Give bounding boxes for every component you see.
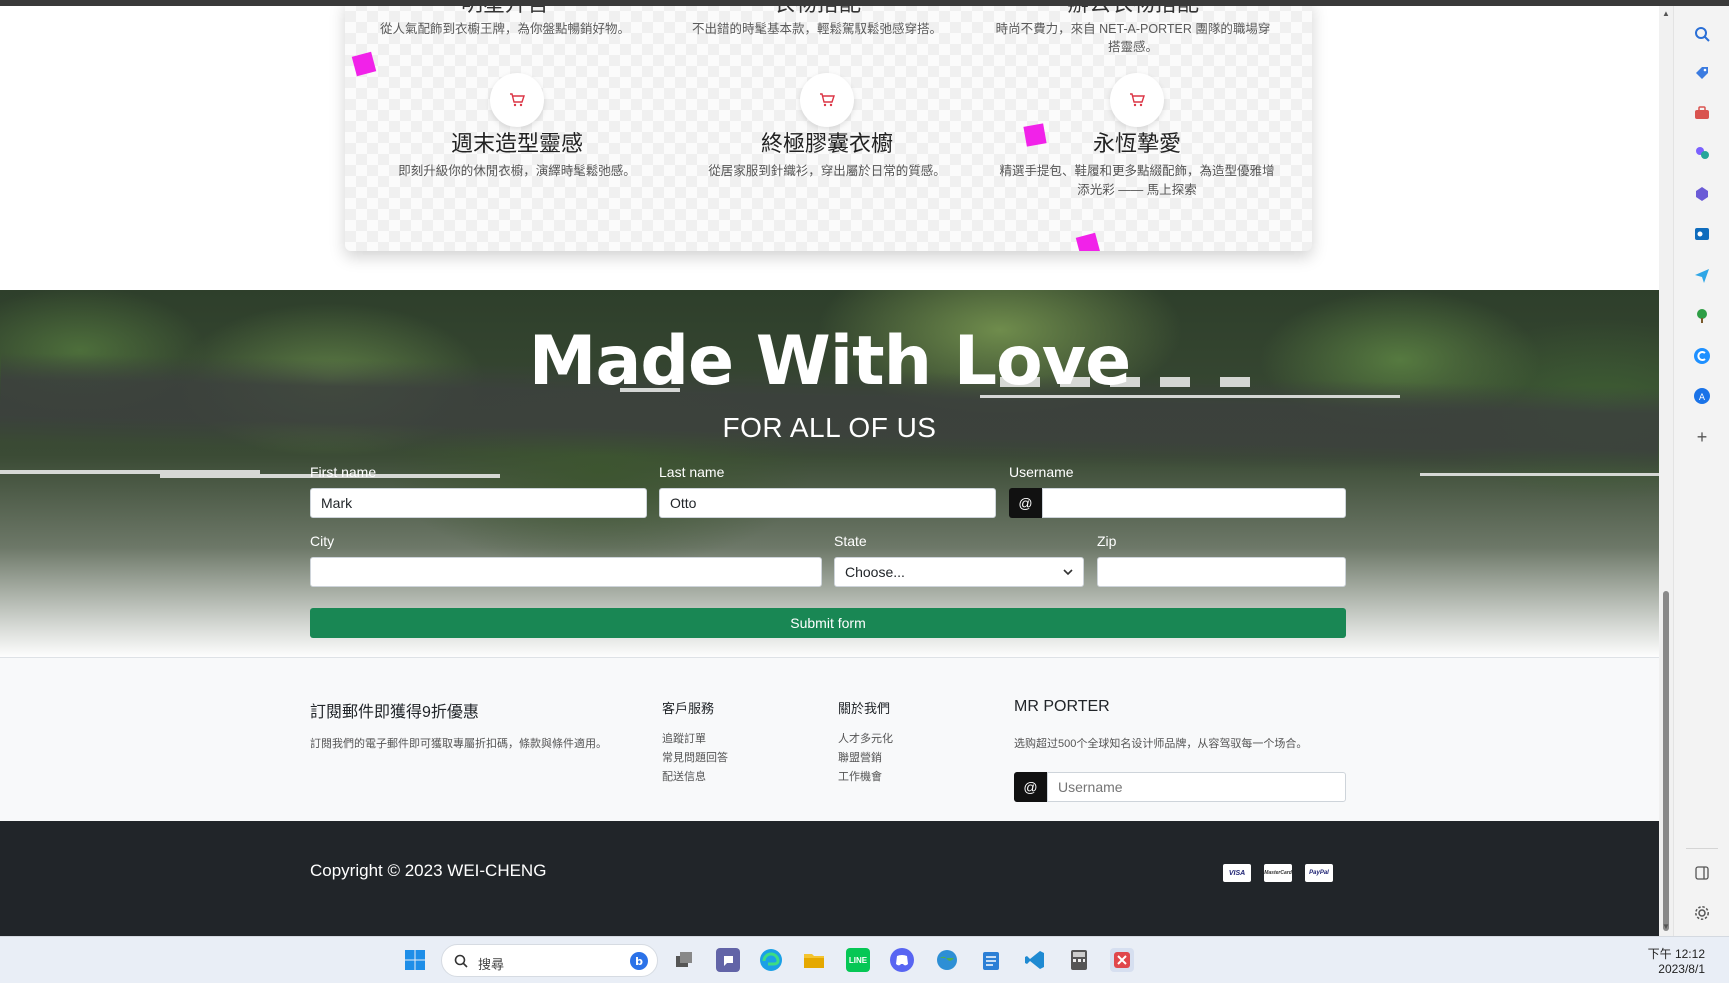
category-weekend[interactable]: 週末造型靈感 即刻升級你的休閒衣櫥，演繹時髦鬆弛感。 bbox=[367, 0, 667, 251]
taskbar-clock-time[interactable]: 下午 12:12 bbox=[1648, 945, 1705, 962]
svg-text:A: A bbox=[1699, 393, 1706, 403]
last-name-input[interactable]: Otto bbox=[659, 488, 996, 518]
cart-icon[interactable] bbox=[490, 73, 544, 127]
city-input[interactable] bbox=[310, 557, 822, 587]
browser-sidebar: A + bbox=[1673, 0, 1729, 936]
username-input[interactable] bbox=[1042, 488, 1346, 518]
c-app-icon[interactable] bbox=[1693, 347, 1711, 365]
outlook-icon[interactable] bbox=[1693, 225, 1711, 243]
category-title: 週末造型靈感 bbox=[450, 132, 583, 157]
taskbar-search-text: 搜尋 bbox=[478, 957, 505, 972]
road-marking bbox=[1420, 473, 1659, 476]
category-title: 終極膠囊衣櫥 bbox=[760, 132, 893, 157]
about-link-careers[interactable]: 工作機會 bbox=[838, 768, 882, 784]
file-explorer-icon[interactable] bbox=[802, 948, 826, 972]
state-selected-value: Choose... bbox=[845, 564, 905, 580]
hero-title: Made With Love bbox=[528, 322, 1131, 401]
shopping-tag-icon[interactable] bbox=[1693, 64, 1711, 82]
copilot-icon[interactable] bbox=[1693, 185, 1711, 203]
account-icon[interactable]: A bbox=[1693, 387, 1711, 405]
service-link-shipping[interactable]: 配送信息 bbox=[662, 768, 706, 784]
paypal-icon: PayPal bbox=[1305, 864, 1333, 882]
toolbox-icon[interactable] bbox=[1693, 104, 1711, 122]
edge-icon[interactable] bbox=[759, 948, 783, 972]
at-prefix: @ bbox=[1009, 488, 1042, 518]
add-icon[interactable]: + bbox=[1693, 427, 1711, 447]
footer-bar: Copyright © 2023 WEI-CHENG VISA MasterCa… bbox=[0, 821, 1659, 936]
brand-text: 选购超过500个全球知名设计师品牌，从容驾驭每一个场合。 bbox=[1014, 738, 1308, 750]
category-desc: 從居家服到針織衫，穿出屬於日常的質感。 bbox=[708, 164, 946, 178]
category-desc: 精選手提包、鞋履和更多點綴配飾，為造型優雅增添光彩 —— 馬上探索 bbox=[999, 164, 1275, 197]
visa-icon: VISA bbox=[1223, 864, 1251, 882]
cart-icon[interactable] bbox=[1110, 73, 1164, 127]
scroll-up-arrow-icon[interactable]: ▲ bbox=[1662, 10, 1670, 18]
tree-icon[interactable] bbox=[1693, 307, 1711, 325]
service-link-faq[interactable]: 常見問題回答 bbox=[662, 749, 728, 765]
hero-subtitle: FOR ALL OF US bbox=[722, 412, 937, 443]
state-label: State bbox=[834, 533, 867, 549]
windows-start-icon[interactable] bbox=[403, 948, 427, 972]
scrollbar-thumb[interactable] bbox=[1663, 591, 1669, 931]
teams-chat-icon[interactable] bbox=[716, 948, 740, 972]
gear-icon[interactable] bbox=[1693, 904, 1711, 922]
bing-icon: b bbox=[630, 952, 648, 970]
vertical-scrollbar[interactable]: ▲ ▼ bbox=[1659, 6, 1673, 936]
sidebar-divider bbox=[1686, 848, 1718, 849]
line-app-icon[interactable]: LINE bbox=[846, 948, 870, 972]
send-icon[interactable] bbox=[1693, 266, 1711, 284]
about-link-affiliate[interactable]: 聯盟營銷 bbox=[838, 749, 882, 765]
sidebar-toggle-icon[interactable] bbox=[1693, 864, 1711, 882]
vscode-icon[interactable] bbox=[1023, 948, 1047, 972]
snipping-tool-icon[interactable] bbox=[1110, 948, 1134, 972]
first-name-label: First name bbox=[310, 464, 377, 480]
notepad-icon[interactable] bbox=[979, 948, 1003, 972]
window-top-edge bbox=[0, 0, 1729, 6]
zip-input[interactable] bbox=[1097, 557, 1346, 587]
subscribe-text: 訂閱我們的電子郵件即可獲取專屬折扣碼，條款與條件適用。 bbox=[310, 738, 607, 750]
taskbar-clock-date[interactable]: 2023/8/1 bbox=[1658, 962, 1705, 976]
last-name-label: Last name bbox=[659, 464, 725, 480]
copyright-text: Copyright © 2023 WEI-CHENG bbox=[310, 861, 547, 880]
category-desc: 即刻升級你的休閒衣櫥，演繹時髦鬆弛感。 bbox=[398, 164, 636, 178]
calculator-icon[interactable] bbox=[1067, 948, 1091, 972]
category-capsule[interactable]: 終極膠囊衣櫥 從居家服到針織衫，穿出屬於日常的質感。 bbox=[677, 0, 977, 251]
chevron-down-icon bbox=[1063, 569, 1073, 576]
task-view-icon[interactable] bbox=[672, 948, 696, 972]
browser-viewport: 明星升言 從人氣配飾到衣櫥王牌，為你盤點暢銷好物。 衣物搭配 不出錯的時髦基本款… bbox=[0, 0, 1659, 936]
service-title: 客戶服務 bbox=[662, 701, 715, 716]
at-prefix: @ bbox=[1014, 772, 1047, 802]
search-icon bbox=[454, 954, 468, 968]
search-icon[interactable] bbox=[1693, 25, 1711, 43]
windows-taskbar: 搜尋 b LINE 下午 12:12 2023/8/1 bbox=[0, 936, 1729, 983]
globe-app-icon[interactable] bbox=[935, 948, 959, 972]
svg-text:b: b bbox=[635, 955, 643, 968]
service-link-track-order[interactable]: 追蹤訂單 bbox=[662, 730, 706, 746]
brand-title: MR PORTER bbox=[1014, 698, 1110, 715]
state-select[interactable]: Choose... bbox=[834, 557, 1084, 587]
discord-icon[interactable] bbox=[890, 948, 914, 972]
subscribe-title: 訂閱郵件即獲得9折優惠 bbox=[310, 704, 479, 721]
submit-form-button[interactable]: Submit form bbox=[310, 608, 1346, 638]
newsletter-username-input[interactable] bbox=[1047, 772, 1346, 802]
zip-label: Zip bbox=[1097, 533, 1117, 549]
cart-icon[interactable] bbox=[800, 73, 854, 127]
categories-card: 明星升言 從人氣配飾到衣櫥王牌，為你盤點暢銷好物。 衣物搭配 不出錯的時髦基本款… bbox=[345, 0, 1312, 251]
games-icon[interactable] bbox=[1693, 144, 1711, 162]
hero-section: Made With Love FOR ALL OF US bbox=[0, 290, 1659, 658]
decor-square bbox=[1023, 123, 1047, 147]
first-name-input[interactable]: Mark bbox=[310, 488, 647, 518]
scroll-down-arrow-icon[interactable]: ▼ bbox=[1662, 923, 1670, 931]
city-label: City bbox=[310, 533, 335, 549]
about-title: 關於我們 bbox=[838, 701, 891, 716]
footer-links-section: 訂閱郵件即獲得9折優惠 訂閱我們的電子郵件即可獲取專屬折扣碼，條款與條件適用。 … bbox=[0, 657, 1659, 821]
about-link-diversity[interactable]: 人才多元化 bbox=[838, 730, 893, 746]
mastercard-icon: MasterCard bbox=[1264, 864, 1292, 882]
username-label: Username bbox=[1009, 464, 1074, 480]
taskbar-search-box[interactable]: 搜尋 b bbox=[441, 944, 658, 977]
